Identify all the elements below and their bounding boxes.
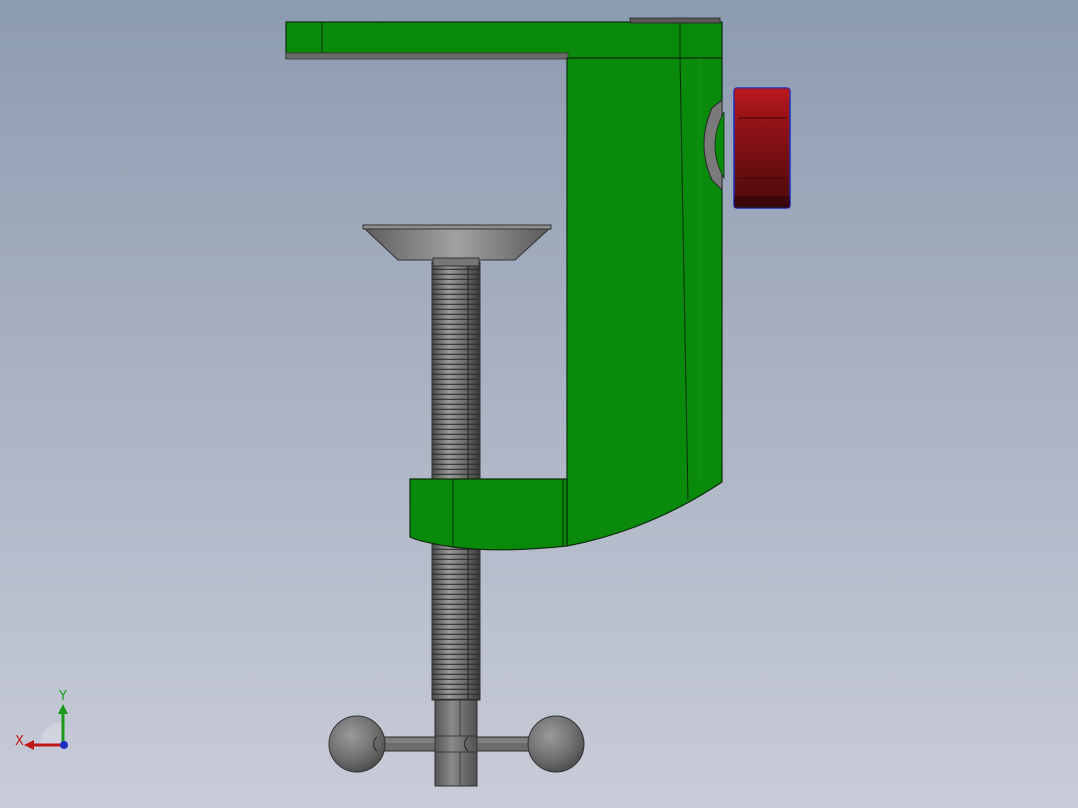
z-axis-dot (60, 741, 68, 749)
viewport-background (0, 0, 1078, 808)
cad-scene[interactable]: Y X (0, 0, 1078, 808)
graphics-viewport[interactable]: Y X (0, 0, 1078, 808)
x-axis-label: X (15, 734, 24, 749)
handle-ball-left (328, 715, 386, 773)
handle-ball-right (527, 715, 585, 773)
locking-knob[interactable] (733, 87, 791, 209)
y-axis-label: Y (58, 689, 67, 704)
